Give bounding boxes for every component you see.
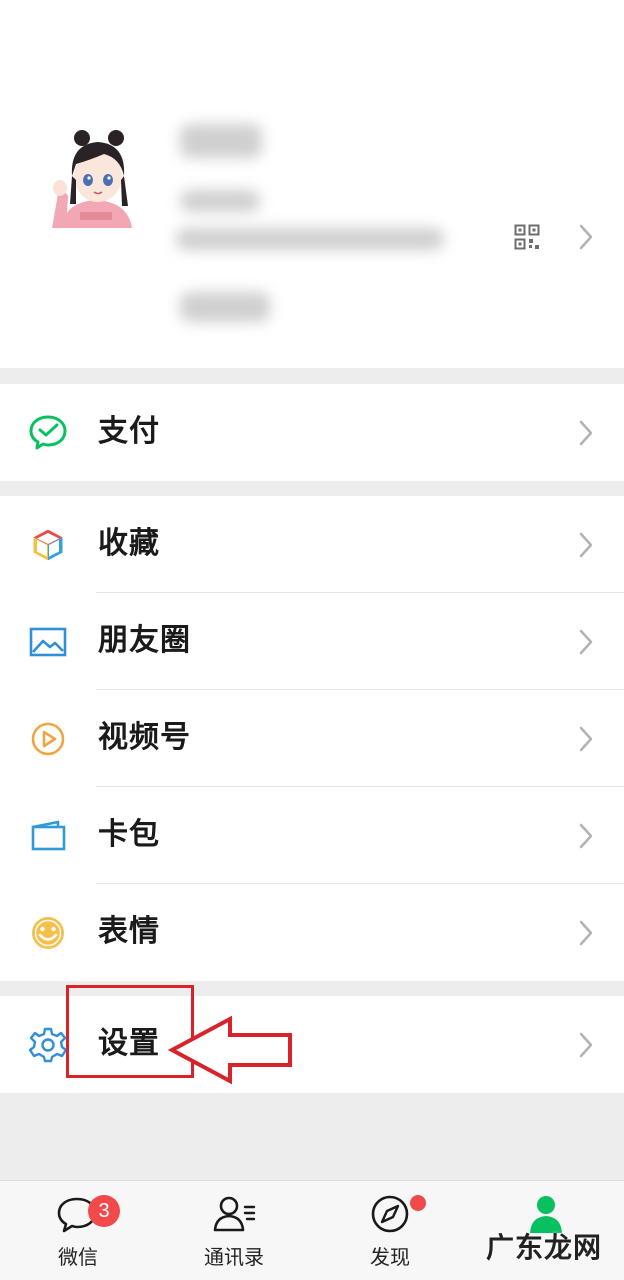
menu-label-stickers: 表情 [98, 914, 160, 949]
menu-label-pay: 支付 [98, 414, 160, 449]
status-blurred[interactable] [180, 292, 270, 322]
chevron-right-icon [579, 726, 593, 752]
unread-badge: 3 [88, 1195, 120, 1227]
play-circle-icon [31, 722, 65, 756]
pay-group: 支付 [0, 384, 624, 481]
menu-label-moments: 朋友圈 [98, 623, 191, 658]
new-content-dot [410, 1195, 426, 1211]
tab-contacts[interactable]: 通讯录 [156, 1181, 312, 1280]
chevron-right-icon [579, 532, 593, 558]
gear-icon [28, 1027, 68, 1063]
qr-code-icon[interactable] [514, 224, 540, 250]
menu-item-moments[interactable]: 朋友圈 [0, 593, 624, 690]
menu-item-cards[interactable]: 卡包 [0, 787, 624, 884]
tab-label-contacts: 通讯录 [204, 1245, 264, 1269]
menu-item-channels[interactable]: 视频号 [0, 690, 624, 787]
compass-icon [371, 1195, 409, 1233]
nickname-blurred [180, 124, 262, 158]
chevron-right-icon [579, 224, 593, 250]
tab-discover[interactable]: 发现 [312, 1181, 468, 1280]
watermark: 广东龙网 [486, 1231, 603, 1264]
menu-label-cards: 卡包 [98, 817, 160, 852]
contacts-icon [213, 1196, 256, 1232]
menu-item-favorites[interactable]: 收藏 [0, 496, 624, 593]
smiley-icon [32, 917, 64, 949]
tab-label-chats: 微信 [58, 1245, 98, 1269]
services-group: 收藏 朋友圈 视频号 卡包 表情 [0, 496, 624, 981]
account-line-blurred [176, 228, 444, 250]
wechat-id-blurred [180, 190, 260, 212]
tab-label-discover: 发现 [370, 1245, 410, 1269]
annotation-arrow-icon [168, 1015, 292, 1085]
chevron-right-icon [579, 823, 593, 849]
menu-label-channels: 视频号 [98, 720, 191, 755]
card-wallet-icon [31, 820, 66, 851]
tab-chats[interactable]: 3 微信 [0, 1181, 156, 1280]
picture-icon [29, 627, 67, 657]
avatar[interactable] [44, 124, 148, 228]
wechat-pay-icon [29, 415, 67, 450]
menu-item-stickers[interactable]: 表情 [0, 884, 624, 981]
chevron-right-icon [579, 629, 593, 655]
cube-icon [32, 528, 64, 562]
menu-item-pay[interactable]: 支付 [0, 384, 624, 481]
chevron-right-icon [579, 920, 593, 946]
menu-label-favorites: 收藏 [98, 526, 160, 561]
profile-header[interactable] [0, 0, 624, 368]
chevron-right-icon [579, 1032, 593, 1058]
chevron-right-icon [579, 420, 593, 446]
